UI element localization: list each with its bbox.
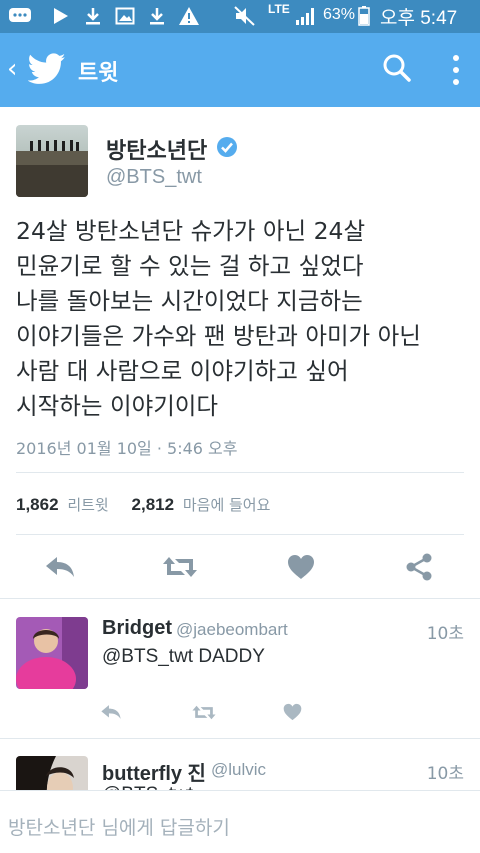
network-type: LTE xyxy=(268,2,290,16)
reply-timestamp: 10초 xyxy=(426,624,464,644)
author-name[interactable]: 방탄소년단 xyxy=(106,133,207,165)
heart-icon[interactable] xyxy=(282,702,302,722)
tweet-stats: 1,862 리트윗 2,812 마음에 들어요 xyxy=(16,494,270,515)
tweet-text: 24살 방탄소년단 슈가가 아닌 24살 민윤기로 할 수 있는 걸 하고 싶었… xyxy=(16,214,471,424)
reply-input-placeholder[interactable]: 방탄소년단 님에게 답글하기 xyxy=(8,813,230,840)
clock: 오후 5:47 xyxy=(380,8,458,29)
play-icon xyxy=(52,6,70,26)
author-handle[interactable]: @BTS_twt xyxy=(106,166,202,189)
twitter-bird-icon[interactable] xyxy=(27,53,66,89)
tweet-text-line: 이야기들은 가수와 팬 방탄과 아미가 아닌 xyxy=(16,322,421,350)
retweet-count[interactable]: 1,862 xyxy=(16,495,59,514)
retweet-icon[interactable] xyxy=(160,552,200,582)
tweet-timestamp: 2016년 01월 10일 · 5:46 오후 xyxy=(16,439,238,458)
reply-author-name[interactable]: Bridget xyxy=(102,617,172,640)
battery-icon xyxy=(358,6,370,26)
app-bar: ‹ 트윗 xyxy=(0,33,480,107)
retweet-icon[interactable] xyxy=(190,702,218,722)
warning-icon xyxy=(178,6,200,26)
reply-compose-bar[interactable]: 방탄소년단 님에게 답글하기 xyxy=(0,790,480,853)
like-label[interactable]: 마음에 들어요 xyxy=(183,496,271,514)
reply-author-name[interactable]: butterfly 진 xyxy=(102,757,206,786)
verified-badge-icon xyxy=(216,136,238,162)
signal-icon xyxy=(295,6,317,26)
chevron-left-icon[interactable]: ‹ xyxy=(7,56,17,82)
more-vertical-icon[interactable] xyxy=(450,53,462,91)
chat-bubble-icon xyxy=(8,6,32,26)
reply-author-handle[interactable]: @lulvic xyxy=(211,760,266,780)
divider xyxy=(16,472,464,473)
search-icon[interactable] xyxy=(382,53,412,87)
divider xyxy=(0,738,480,739)
tweet-text-line: 시작하는 이야기이다 xyxy=(16,392,219,420)
share-icon[interactable] xyxy=(404,552,434,582)
reply-text: @BTS_twt DADDY xyxy=(102,646,265,667)
reply-icon[interactable] xyxy=(100,702,122,722)
tweet-text-line: 나를 돌아보는 시간이었다 지금하는 xyxy=(16,287,363,315)
reply-timestamp: 10초 xyxy=(426,764,464,784)
page-title: 트윗 xyxy=(78,61,119,86)
divider xyxy=(0,598,480,599)
reply-icon[interactable] xyxy=(44,552,76,582)
like-count[interactable]: 2,812 xyxy=(132,495,175,514)
battery-percent: 63% xyxy=(323,6,356,23)
retweet-label[interactable]: 리트윗 xyxy=(67,496,108,514)
download-icon xyxy=(84,6,102,26)
tweet-text-line: 24살 방탄소년단 슈가가 아닌 24살 xyxy=(16,217,366,245)
author-avatar[interactable] xyxy=(16,125,88,197)
tweet-text-line: 사람 대 사람으로 이야기하고 싶어 xyxy=(16,357,349,385)
tweet-text-line: 민윤기로 할 수 있는 걸 하고 싶었다 xyxy=(16,252,364,280)
reply-author-handle[interactable]: @jaebeombart xyxy=(176,620,288,640)
status-bar: LTE 63% 오후 5:47 xyxy=(0,0,480,33)
heart-icon[interactable] xyxy=(286,552,316,582)
image-icon xyxy=(115,6,135,26)
divider xyxy=(16,534,464,535)
avatar[interactable] xyxy=(16,617,88,689)
download-icon xyxy=(148,6,166,26)
mute-icon xyxy=(234,6,256,26)
